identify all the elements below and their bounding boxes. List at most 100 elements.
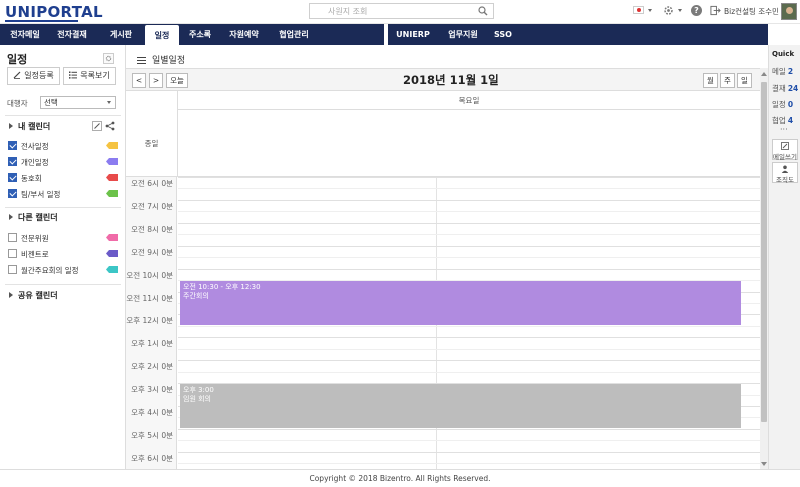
quick-item-approval[interactable]: 결재 24 <box>772 83 798 94</box>
nav-item-work-support[interactable]: 업무지원 <box>440 24 486 45</box>
calendar-checkbox[interactable] <box>8 249 17 258</box>
calendar-checkbox[interactable] <box>8 189 17 198</box>
today-button[interactable]: 오늘 <box>166 73 188 88</box>
uniportal-logo[interactable]: UNIPORTAL <box>5 3 103 21</box>
nav-item-resource-booking[interactable]: 자원예약 <box>221 24 267 45</box>
nav-item-mail[interactable]: 전자메일 <box>4 24 46 45</box>
color-tag-icon[interactable] <box>106 158 118 165</box>
calendar-item-company[interactable]: 전사일정 <box>8 140 120 151</box>
search-icon[interactable] <box>478 6 488 16</box>
user-name[interactable]: Biz컨설팅 조수민 <box>724 6 779 17</box>
month-view-button[interactable]: 월 <box>703 73 718 88</box>
view-title: 일별일정 <box>137 53 185 66</box>
half-hour-line <box>178 188 760 190</box>
event-title: 임원 회의 <box>183 395 211 404</box>
prev-day-button[interactable]: < <box>132 73 146 88</box>
nav-item-collaboration[interactable]: 협업관리 <box>269 24 319 45</box>
add-schedule-button[interactable]: 일정등록 <box>7 67 60 85</box>
help-icon[interactable]: ? <box>691 5 702 16</box>
event-time: 오후 3:00 <box>183 386 214 395</box>
gear-icon[interactable] <box>663 5 674 16</box>
calendar-item-monthly-meeting[interactable]: 월간주요회의 일정 <box>8 264 120 275</box>
calendar-checkbox[interactable] <box>8 173 17 182</box>
calendar-toolbar: < > 오늘 2018년 11월 1일 월 주 일 <box>126 68 760 91</box>
hour-line <box>178 199 760 201</box>
write-mail-button[interactable]: 메일쓰기 <box>772 139 798 161</box>
divider <box>5 284 121 285</box>
menu-icon[interactable] <box>137 57 146 64</box>
next-day-button[interactable]: > <box>149 73 163 88</box>
hour-line <box>178 177 760 178</box>
color-tag-icon[interactable] <box>106 190 118 197</box>
sidebar-settings-gear-icon[interactable] <box>103 53 114 64</box>
color-tag-icon[interactable] <box>106 234 118 241</box>
time-label: 오후 4시 0분 <box>131 408 173 417</box>
day-header: 목요일 <box>177 91 760 110</box>
current-date: 2018년 11월 1일 <box>403 73 499 87</box>
nav-separator <box>384 24 388 45</box>
my-calendar-toggle[interactable]: 내 캘린더 <box>9 121 50 132</box>
scroll-up-icon[interactable] <box>761 72 767 76</box>
footer-copyright: Copyright © 2018 Bizentro. All Rights Re… <box>0 469 800 487</box>
nav-item-unierp[interactable]: UNIERP <box>393 24 433 45</box>
half-hour-line <box>178 325 760 327</box>
calendar-scrollbar[interactable] <box>760 68 768 469</box>
calendar-item-club[interactable]: 동호회 <box>8 172 120 183</box>
korea-flag-icon[interactable] <box>633 6 644 14</box>
delegate-select[interactable]: 선택 <box>40 96 116 109</box>
time-label: 오후 6시 0분 <box>131 453 173 463</box>
quick-more[interactable]: ··· <box>780 125 788 134</box>
employee-search-input[interactable]: 사원지 조회 <box>309 3 494 19</box>
calendar-item-personal[interactable]: 개인일정 <box>8 156 120 167</box>
shared-calendar-toggle[interactable]: 공유 캘린더 <box>9 290 58 301</box>
day-view-button[interactable]: 일 <box>737 73 752 88</box>
nav-item-schedule[interactable]: 일정 <box>145 25 179 46</box>
main-content: 일별일정 < > 오늘 2018년 11월 1일 월 주 일 목요일 종일 오전… <box>126 45 768 469</box>
nav-item-address-book[interactable]: 주소록 <box>180 24 220 45</box>
share-icon[interactable] <box>105 121 115 131</box>
time-grid[interactable]: 오전 10:30 - 오후 12:30 주간회의오후 3:00 임원 회의 <box>178 177 760 469</box>
nav-item-approval[interactable]: 전자결재 <box>48 24 96 45</box>
event-block[interactable]: 오전 10:30 - 오후 12:30 주간회의 <box>180 281 741 325</box>
top-header: UNIPORTAL 사원지 조회 ? Biz컨설팅 조수민 <box>0 0 800 24</box>
event-title: 주간회의 <box>183 292 209 301</box>
calendar-checkbox[interactable] <box>8 233 17 242</box>
hour-line <box>178 222 760 224</box>
color-tag-icon[interactable] <box>106 142 118 149</box>
triangle-right-icon <box>9 292 13 298</box>
list-icon <box>69 71 78 79</box>
half-hour-line <box>178 371 760 373</box>
calendar-item-expert[interactable]: 전문위원 <box>8 232 120 243</box>
calendar-item-bizentro[interactable]: 비젠트로 <box>8 248 120 259</box>
pencil-icon <box>13 71 21 79</box>
event-block[interactable]: 오후 3:00 임원 회의 <box>180 384 741 428</box>
quick-item-mail[interactable]: 메일 2 <box>772 66 793 77</box>
week-view-button[interactable]: 주 <box>720 73 735 88</box>
org-chart-button[interactable]: 조직도 <box>772 162 798 184</box>
other-calendar-toggle[interactable]: 다른 캘린더 <box>9 212 58 223</box>
chevron-down-icon <box>107 101 111 104</box>
user-avatar[interactable] <box>781 3 797 20</box>
nav-item-board[interactable]: 게시판 <box>98 24 144 45</box>
scroll-down-icon[interactable] <box>761 462 767 466</box>
color-tag-icon[interactable] <box>106 266 118 273</box>
quick-item-schedule[interactable]: 일정 0 <box>772 99 793 110</box>
calendar-item-team[interactable]: 팀/부서 일정 <box>8 188 120 199</box>
edit-calendar-icon[interactable] <box>92 121 102 131</box>
list-view-button[interactable]: 목록보기 <box>63 67 116 85</box>
calendar-checkbox[interactable] <box>8 141 17 150</box>
nav-item-sso[interactable]: SSO <box>488 24 518 45</box>
settings-chevron-down-icon[interactable] <box>678 9 682 12</box>
logout-icon[interactable] <box>710 5 721 16</box>
calendar-checkbox[interactable] <box>8 157 17 166</box>
allday-cell[interactable] <box>177 110 760 177</box>
time-gutter: 오전 6시 0분 오전 7시 0분 오전 8시 0분 오전 9시 0분 오전 10시 0… <box>126 177 177 469</box>
logo-underline <box>5 20 78 22</box>
time-label: 오전 11시 0분 <box>126 293 173 303</box>
language-chevron-down-icon[interactable] <box>648 9 652 12</box>
color-tag-icon[interactable] <box>106 250 118 257</box>
scroll-thumb[interactable] <box>761 82 767 422</box>
divider <box>5 115 121 116</box>
calendar-checkbox[interactable] <box>8 265 17 274</box>
color-tag-icon[interactable] <box>106 174 118 181</box>
